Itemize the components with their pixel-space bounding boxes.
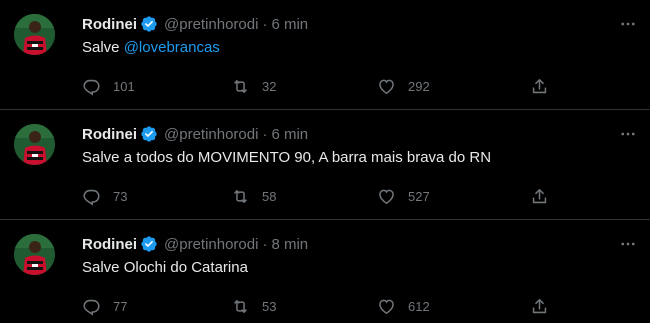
tweet-text-body: Salve bbox=[82, 39, 124, 56]
heart-icon bbox=[377, 187, 396, 206]
reply-button[interactable]: 77 bbox=[82, 294, 127, 318]
display-name[interactable]: Rodinei bbox=[82, 126, 137, 143]
tweet[interactable]: Rodinei @pretinhorodi · 6 min Salve @lov… bbox=[0, 0, 650, 110]
more-horizontal-icon[interactable] bbox=[618, 14, 638, 34]
share-icon bbox=[530, 297, 549, 316]
like-button[interactable]: 527 bbox=[377, 184, 430, 208]
heart-icon bbox=[377, 77, 396, 96]
verified-badge-icon bbox=[140, 15, 158, 33]
reply-icon bbox=[82, 187, 101, 206]
reply-button[interactable]: 73 bbox=[82, 184, 127, 208]
like-count: 292 bbox=[408, 78, 430, 94]
retweet-button[interactable]: 53 bbox=[231, 294, 276, 318]
heart-icon bbox=[377, 297, 396, 316]
tweet-text: Salve @lovebrancas bbox=[82, 38, 220, 58]
verified-badge-icon bbox=[140, 125, 158, 143]
retweet-icon bbox=[231, 297, 250, 316]
display-name[interactable]: Rodinei bbox=[82, 16, 137, 33]
like-count: 527 bbox=[408, 188, 430, 204]
tweet-actions: 101 32 292 bbox=[0, 74, 650, 98]
retweet-button[interactable]: 32 bbox=[231, 74, 276, 98]
display-name[interactable]: Rodinei bbox=[82, 236, 137, 253]
separator-dot: · bbox=[262, 235, 268, 253]
reply-icon bbox=[82, 77, 101, 96]
avatar[interactable] bbox=[14, 124, 55, 165]
timestamp[interactable]: 6 min bbox=[271, 16, 308, 33]
separator-dot: · bbox=[262, 125, 268, 143]
tweet-text: Salve a todos do MOVIMENTO 90, A barra m… bbox=[82, 148, 491, 168]
timestamp[interactable]: 6 min bbox=[271, 126, 308, 143]
tweet-header: Rodinei @pretinhorodi · 6 min bbox=[82, 14, 308, 34]
reply-button[interactable]: 101 bbox=[82, 74, 135, 98]
retweet-icon bbox=[231, 77, 250, 96]
tweet-text-body: Salve Olochi do Catarina bbox=[82, 259, 248, 276]
tweet-feed: Rodinei @pretinhorodi · 6 min Salve @lov… bbox=[0, 0, 650, 323]
retweet-count: 32 bbox=[262, 78, 277, 94]
user-handle[interactable]: @pretinhorodi bbox=[164, 126, 258, 143]
tweet-header: Rodinei @pretinhorodi · 8 min bbox=[82, 234, 308, 254]
separator-dot: · bbox=[262, 15, 268, 33]
retweet-count: 58 bbox=[262, 188, 277, 204]
timestamp[interactable]: 8 min bbox=[271, 236, 308, 253]
share-button[interactable] bbox=[530, 74, 549, 98]
tweet-actions: 77 53 612 bbox=[0, 294, 650, 318]
reply-count: 101 bbox=[113, 78, 135, 94]
reply-count: 73 bbox=[113, 188, 128, 204]
like-button[interactable]: 612 bbox=[377, 294, 430, 318]
share-icon bbox=[530, 187, 549, 206]
retweet-count: 53 bbox=[262, 298, 277, 314]
tweet-text-body: Salve a todos do MOVIMENTO 90, A barra m… bbox=[82, 149, 492, 166]
reply-icon bbox=[82, 297, 101, 316]
more-horizontal-icon[interactable] bbox=[618, 124, 638, 144]
share-button[interactable] bbox=[530, 294, 549, 318]
reply-count: 77 bbox=[113, 298, 128, 314]
avatar[interactable] bbox=[14, 14, 55, 55]
tweet-actions: 73 58 527 bbox=[0, 184, 650, 208]
user-handle[interactable]: @pretinhorodi bbox=[164, 16, 258, 33]
avatar[interactable] bbox=[14, 234, 55, 275]
retweet-icon bbox=[231, 187, 250, 206]
tweet[interactable]: Rodinei @pretinhorodi · 6 min Salve a to… bbox=[0, 110, 650, 220]
tweet[interactable]: Rodinei @pretinhorodi · 8 min Salve Oloc… bbox=[0, 220, 650, 323]
like-count: 612 bbox=[408, 298, 430, 314]
like-button[interactable]: 292 bbox=[377, 74, 430, 98]
share-button[interactable] bbox=[530, 184, 549, 208]
mention-link[interactable]: @lovebrancas bbox=[124, 39, 220, 56]
verified-badge-icon bbox=[140, 235, 158, 253]
tweet-header: Rodinei @pretinhorodi · 6 min bbox=[82, 124, 308, 144]
more-horizontal-icon[interactable] bbox=[618, 234, 638, 254]
tweet-text: Salve Olochi do Catarina bbox=[82, 258, 248, 278]
retweet-button[interactable]: 58 bbox=[231, 184, 276, 208]
user-handle[interactable]: @pretinhorodi bbox=[164, 236, 258, 253]
share-icon bbox=[530, 77, 549, 96]
